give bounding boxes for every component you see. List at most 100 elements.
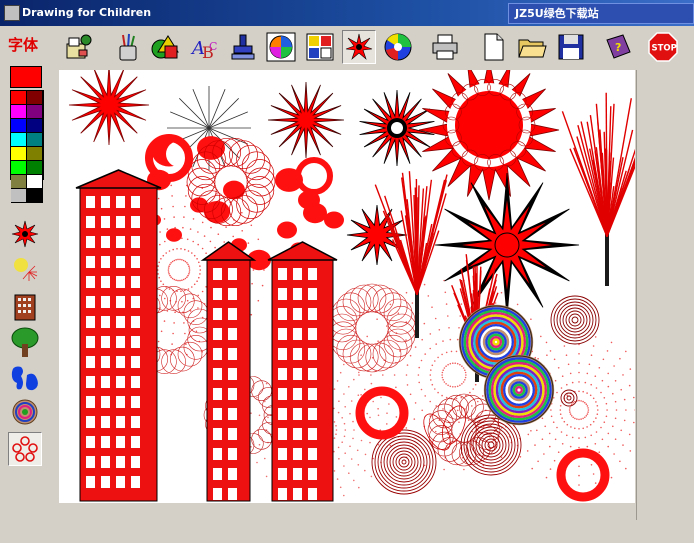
palette-swatch[interactable] — [11, 133, 27, 147]
firework-burst — [468, 419, 470, 421]
firework-burst — [619, 358, 621, 360]
firework-burst — [259, 415, 261, 417]
palette-swatch[interactable] — [27, 91, 43, 105]
firework-burst — [365, 454, 367, 456]
building-window — [116, 436, 125, 448]
font-button[interactable]: 字体 — [8, 34, 38, 55]
palette-swatch[interactable] — [11, 105, 27, 119]
help-book-button[interactable]: ? — [601, 30, 635, 64]
firework-burst — [457, 339, 459, 341]
star-burst-tool[interactable] — [342, 30, 376, 64]
firework-burst — [196, 258, 198, 260]
palette-swatch[interactable] — [27, 147, 43, 161]
shapes-fill-tool[interactable] — [148, 30, 182, 64]
firework-burst — [258, 300, 260, 302]
status-bar — [0, 520, 694, 543]
spiro-loop — [358, 284, 386, 312]
building-window — [293, 288, 302, 300]
firework-burst — [179, 259, 181, 261]
firework-burst — [595, 375, 597, 377]
firework-burst — [170, 185, 172, 187]
firework-burst — [410, 355, 412, 357]
firework-burst — [562, 375, 564, 377]
text-abc-tool[interactable]: A B C — [187, 30, 221, 64]
firework-burst — [535, 357, 537, 359]
red-thick-ring — [360, 391, 404, 435]
flower-pattern-tool[interactable] — [8, 432, 42, 466]
firework-burst — [264, 458, 266, 460]
firework-burst — [169, 264, 171, 266]
spiral-stamp-icon — [11, 398, 39, 426]
firework-burst — [164, 298, 166, 300]
print-button[interactable] — [428, 30, 462, 64]
firework-burst — [335, 425, 337, 427]
firework-burst — [418, 367, 420, 369]
stamp-tool[interactable] — [226, 30, 260, 64]
app-icon[interactable] — [4, 5, 20, 21]
palette-swatch[interactable] — [27, 119, 43, 133]
dark-red-rings — [390, 448, 418, 476]
palette-swatch[interactable] — [11, 175, 27, 189]
palette-swatch[interactable] — [27, 105, 43, 119]
brushes-jar-tool[interactable] — [111, 30, 145, 64]
firework-burst — [606, 409, 608, 411]
firework-burst — [463, 367, 465, 369]
firework-burst — [188, 288, 190, 290]
open-clipart-tool[interactable] — [62, 30, 96, 64]
firework-burst — [371, 476, 373, 478]
window-title: Drawing for Children — [22, 6, 151, 19]
tree-stamp-tool[interactable] — [8, 326, 42, 358]
building-window — [228, 328, 237, 340]
building-window — [228, 408, 237, 420]
firework-burst — [414, 418, 416, 420]
building-window — [86, 276, 95, 288]
stop-button[interactable]: STOP — [646, 30, 680, 64]
new-page-button[interactable] — [476, 30, 510, 64]
palette-swatch[interactable] — [27, 175, 43, 189]
palette-swatch[interactable] — [27, 189, 43, 203]
palette-swatch[interactable] — [11, 147, 27, 161]
firework-burst — [531, 468, 533, 470]
palette-swatch[interactable] — [27, 133, 43, 147]
firework-burst — [386, 325, 388, 327]
building-window — [228, 488, 237, 500]
red-blob — [166, 228, 182, 242]
swirl-tool[interactable] — [381, 30, 415, 64]
firework-burst — [437, 357, 439, 359]
building-window — [293, 268, 302, 280]
palette-swatch[interactable] — [11, 189, 27, 203]
blob-stamp-tool[interactable] — [8, 362, 42, 394]
building-window — [278, 388, 287, 400]
open-folder-button[interactable] — [515, 30, 549, 64]
firework-burst — [351, 458, 353, 460]
drawing-canvas[interactable] — [59, 70, 635, 503]
building-window — [131, 356, 140, 368]
color-wheel-tool[interactable] — [264, 30, 298, 64]
open-folder-icon — [517, 32, 547, 62]
building-window — [308, 448, 317, 460]
palette-swatch[interactable] — [11, 161, 27, 175]
firework-burst — [171, 195, 173, 197]
spiro-loop — [221, 138, 249, 166]
firework-burst — [633, 397, 635, 399]
firework-burst — [377, 408, 379, 410]
swirl-tool-icon — [383, 32, 413, 62]
firework-burst — [572, 402, 574, 404]
building-window — [116, 256, 125, 268]
building-stamp-tool[interactable] — [8, 290, 42, 322]
save-button[interactable] — [554, 30, 588, 64]
grid-pattern-tool[interactable] — [303, 30, 337, 64]
palette-swatch[interactable] — [11, 119, 27, 133]
palette-swatch[interactable] — [11, 91, 27, 105]
firework-burst — [338, 447, 340, 449]
spiral-stamp-tool[interactable] — [8, 396, 42, 428]
spiro-loop — [387, 322, 415, 350]
firework-burst — [445, 383, 447, 385]
firework-burst — [430, 333, 432, 335]
shapes-fill-tool-icon — [150, 32, 180, 62]
firework-stamp-tool[interactable] — [8, 252, 42, 284]
firework-burst — [168, 269, 170, 271]
red-blob — [277, 222, 297, 239]
star-stamp-tool[interactable] — [8, 218, 42, 250]
palette-swatch[interactable] — [27, 161, 43, 175]
